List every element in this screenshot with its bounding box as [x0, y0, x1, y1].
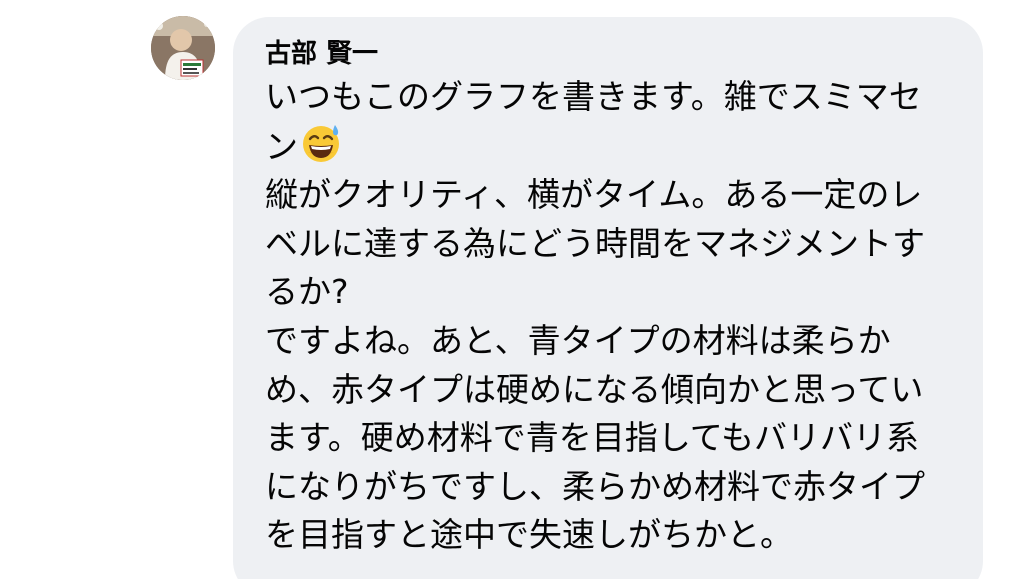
comment-line-2-text: ン	[265, 126, 298, 166]
comment-line-7: め、赤タイプは硬めになる傾向かと思ってい	[265, 369, 924, 409]
comment-line-1: いつもこのグラフを書きます。雑でスミマセ	[265, 77, 922, 116]
comment-line-6: ですよね。あと、青タイプの材料は柔らか	[265, 320, 891, 360]
comment-line-5: るか?	[265, 272, 349, 312]
comment-line-3: 縦がクオリティ、横がタイム。ある一定のレ	[265, 175, 923, 215]
comment-line-9: になりがちですし、柔らかめ材料で赤タイプ	[265, 466, 925, 506]
grinning-face-with-sweat-icon	[300, 122, 342, 164]
avatar[interactable]	[151, 16, 215, 80]
comment-bubble: 古部 賢一 いつもこのグラフを書きます。雑でスミマセ ン 縦がクオリティ、横がタ…	[233, 17, 983, 579]
comment-line-4: ベルに達する為にどう時間をマネジメントす	[265, 223, 925, 263]
comment-author[interactable]: 古部 賢一	[265, 37, 943, 71]
comment-line-2: ン	[265, 122, 943, 172]
comment-line-8: ます。硬め材料で青を目指してもバリバリ系	[265, 418, 920, 458]
user-avatar-photo	[151, 16, 215, 80]
comment-line-10: を目指すと途中で失速しがちかと。	[265, 515, 793, 555]
